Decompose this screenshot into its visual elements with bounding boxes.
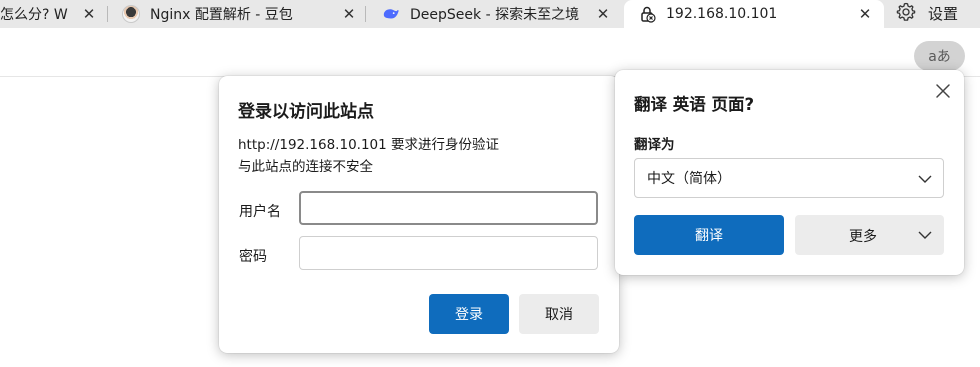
translate-popup: 翻译 英语 页面? 翻译为 中文（简体） 翻译 更多 <box>615 70 964 275</box>
tab-4[interactable]: 192.168.10.101 ✕ <box>624 0 884 28</box>
chevron-down-icon <box>918 231 932 239</box>
cancel-button[interactable]: 取消 <box>519 294 599 334</box>
tab-close-icon[interactable]: ✕ <box>80 5 98 23</box>
avatar-icon <box>122 5 140 23</box>
tab-2[interactable]: Nginx 配置解析 - 豆包 ✕ <box>108 0 366 28</box>
auth-dialog: 登录以访问此站点 http://192.168.10.101 要求进行身份验证 … <box>219 76 619 353</box>
translate-button[interactable]: 翻译 <box>634 215 784 255</box>
gear-icon[interactable] <box>896 2 916 22</box>
insecure-warning: 与此站点的连接不安全 <box>238 159 373 175</box>
more-options-button[interactable]: 更多 <box>795 215 944 255</box>
read-aloud-button[interactable]: aあ <box>914 41 965 71</box>
translate-to-label: 翻译为 <box>634 137 675 153</box>
tab-strip: 怎么分? W ✕ Nginx 配置解析 - 豆包 ✕ DeepSeek - 探索… <box>0 0 980 28</box>
settings-tab-label[interactable]: 设置 <box>928 3 958 24</box>
translate-title: 翻译 英语 页面? <box>634 95 755 114</box>
tab-1[interactable]: 怎么分? W ✕ <box>0 0 108 28</box>
tab-close-icon[interactable]: ✕ <box>340 5 358 23</box>
close-icon[interactable] <box>933 81 953 101</box>
password-field[interactable] <box>299 236 598 270</box>
target-language-value: 中文（简体） <box>647 171 731 187</box>
deepseek-whale-icon <box>382 5 400 23</box>
password-label: 密码 <box>239 249 267 265</box>
insecure-lock-icon <box>638 5 656 23</box>
tab-close-icon[interactable]: ✕ <box>856 5 874 23</box>
tab-close-icon[interactable]: ✕ <box>594 5 612 23</box>
more-button-label: 更多 <box>849 229 877 245</box>
tab-title: 怎么分? W <box>0 7 68 23</box>
chevron-down-icon <box>918 175 932 183</box>
username-field[interactable] <box>299 191 598 225</box>
tab-3[interactable]: DeepSeek - 探索未至之境 ✕ <box>366 0 624 28</box>
tab-title: DeepSeek - 探索未至之境 <box>410 7 580 23</box>
dialog-title: 登录以访问此站点 <box>238 102 374 122</box>
tab-title: Nginx 配置解析 - 豆包 <box>150 7 293 23</box>
target-language-select[interactable]: 中文（简体） <box>634 158 944 198</box>
tab-title: 192.168.10.101 <box>666 6 778 22</box>
username-label: 用户名 <box>239 204 281 220</box>
login-button[interactable]: 登录 <box>429 294 509 334</box>
auth-message: http://192.168.10.101 要求进行身份验证 <box>238 137 500 153</box>
